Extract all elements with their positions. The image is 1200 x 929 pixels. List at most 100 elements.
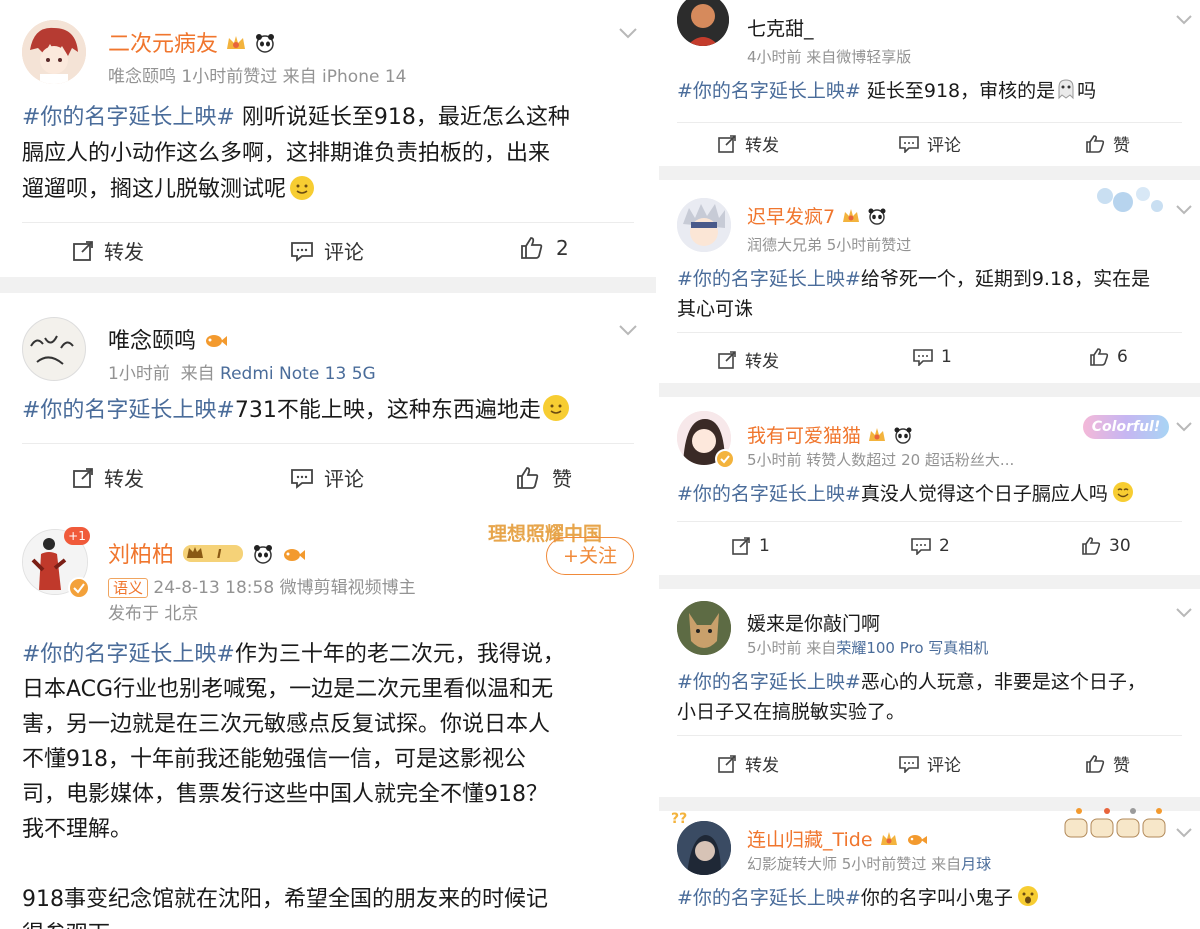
hashtag-link[interactable]: #你的名字延长上映# [677,268,861,290]
comment-button[interactable]: 评论 [899,131,961,156]
avatar[interactable] [22,317,86,381]
chevron-down-icon[interactable] [1175,421,1193,433]
level-badge-icon: I [181,542,245,570]
hashtag-link[interactable]: #你的名字延长上映# [677,483,861,505]
comment-button[interactable]: 评论 [899,751,961,776]
svg-text:I: I [217,547,222,561]
like-button[interactable]: 2 [520,236,569,260]
follow-button[interactable]: +关注 [546,537,634,575]
chevron-down-icon[interactable] [618,323,638,337]
chevron-down-icon[interactable] [1175,827,1193,839]
post-content: #你的名字延长上映# 刚听说延长至918，最近怎么这种 膈应人的小动作这么多啊，… [22,105,570,202]
avatar[interactable] [677,198,731,252]
user-name[interactable]: 二次元病友 [108,26,276,59]
smile-emoji-icon [290,176,315,200]
feed-gap [0,277,656,293]
user-name[interactable]: 连山归藏_Tide [747,825,927,853]
thumbs-up-icon [1086,134,1105,153]
cats-decoration [1064,808,1166,838]
repost-button[interactable]: 转发 [717,131,779,156]
thumbs-up-icon [1090,348,1109,366]
like-button[interactable]: 30 [1081,536,1131,556]
post-card: 迟早发疯7 润德大兄弟 5小时前赞过 #你的名字延长上映#给爷死一个，延期到9.… [659,180,1200,383]
post-card: 唯念颐鸣 1小时前 来自 Redmi Note 13 5G #你的名字延长上映#… [0,293,656,507]
thumbs-up-icon [1086,754,1105,773]
comment-button[interactable]: 评论 [290,236,364,265]
comment-icon [899,135,919,153]
user-name[interactable]: 媛来是你敲门啊 [747,609,880,636]
panda-badge-icon [893,426,913,449]
smile-emoji-icon [1112,481,1134,512]
chevron-down-icon[interactable] [618,26,638,40]
like-button[interactable]: 6 [1089,347,1128,367]
repost-button[interactable]: 转发 [72,236,144,265]
post-meta: 幻影旋转大师 5小时前赞过 来自月球 [747,855,992,873]
repost-icon [718,134,736,153]
divider [22,222,634,223]
verified-badge-icon [715,449,735,469]
question-marks-decoration: ?? [671,811,687,827]
divider [677,122,1182,123]
comment-icon [291,241,313,262]
hashtag-link[interactable]: #你的名字延长上映# [677,80,861,102]
feed-gap [659,575,1200,589]
post-content: #你的名字延长上映#作为三十年的老二次元，我得说， 日本ACG行业也别老喊冤，一… [22,642,565,929]
crown-badge-icon [841,207,861,230]
like-button[interactable]: 赞 [1085,751,1130,776]
post-card: 我有可爱猫猫 Colorful! 5小时前 转赞人数超过 20 超话粉丝大...… [659,397,1200,575]
divider [677,332,1182,333]
post-meta: 润德大兄弟 5小时前赞过 [747,236,912,254]
user-name[interactable]: 唯念颐鸣 [108,323,228,356]
post-content: #你的名字延长上映#你的名字叫小鬼子 [677,883,1039,916]
chevron-down-icon[interactable] [1175,607,1193,619]
like-button[interactable]: 赞 [1085,131,1130,156]
repost-icon [718,754,736,773]
comment-icon [899,755,919,773]
like-button[interactable]: 赞 [516,463,572,492]
post-meta: 5小时前 转赞人数超过 20 超话粉丝大... [747,451,1015,469]
hashtag-link[interactable]: #你的名字延长上映# [22,398,235,423]
sticker-badge: Colorful! [1083,415,1169,439]
divider [677,735,1182,736]
post-card: ?? 连山归藏_Tide 幻影旋转大师 5小时前赞过 来自月球 #你的名字延长上… [659,808,1200,929]
smile-emoji-icon [542,395,569,421]
repost-button[interactable]: 转发 [72,463,144,492]
verified-badge-icon [68,577,90,599]
hashtag-link[interactable]: #你的名字延长上映# [677,887,861,909]
repost-button[interactable]: 转发 [717,347,779,372]
avatar[interactable] [677,0,729,46]
avatar[interactable] [22,20,86,84]
user-name[interactable]: 迟早发疯7 [747,202,887,230]
divider [22,443,634,444]
comment-button[interactable]: 2 [911,536,950,556]
panda-badge-icon [254,33,276,59]
user-name[interactable]: 刘柏柏 I [108,537,306,570]
post-content: #你的名字延长上映#给爷死一个，延期到9.18，实在是 其心可诛 [677,268,1151,320]
panda-badge-icon [252,544,274,570]
comment-button[interactable]: 评论 [290,463,364,492]
comment-icon [913,349,933,366]
chevron-down-icon[interactable] [1175,14,1193,26]
crown-badge-icon [225,33,247,59]
user-name[interactable]: 七克甜_ [747,14,814,41]
post-card: +1 刘柏柏 I 理想照耀中国 +关注 语义 24-8-13 18:58 微博剪… [0,507,656,929]
user-name[interactable]: 我有可爱猫猫 [747,421,913,449]
ghost-emoji-icon [1055,78,1077,109]
comment-button[interactable]: 1 [913,347,952,367]
hashtag-link[interactable]: #你的名字延长上映# [677,671,861,693]
hashtag-link[interactable]: #你的名字延长上映# [22,642,235,667]
thumbs-up-icon [1082,537,1101,555]
avatar[interactable] [677,601,731,655]
post-meta: 唯念颐鸣 1小时前赞过 来自 iPhone 14 [108,67,407,87]
avatar[interactable] [677,821,731,875]
divider [677,521,1182,522]
fish-badge-icon [905,831,927,853]
avatar-notification-badge: +1 [64,527,90,545]
post-content: #你的名字延长上映# 延长至918，审核的是吗 [677,76,1096,109]
chevron-down-icon[interactable] [1175,204,1193,216]
repost-icon [732,537,750,555]
repost-button[interactable]: 转发 [717,751,779,776]
hashtag-link[interactable]: #你的名字延长上映# [22,105,235,130]
repost-button[interactable]: 1 [731,536,770,556]
post-meta: 1小时前 来自 Redmi Note 13 5G [108,364,376,384]
